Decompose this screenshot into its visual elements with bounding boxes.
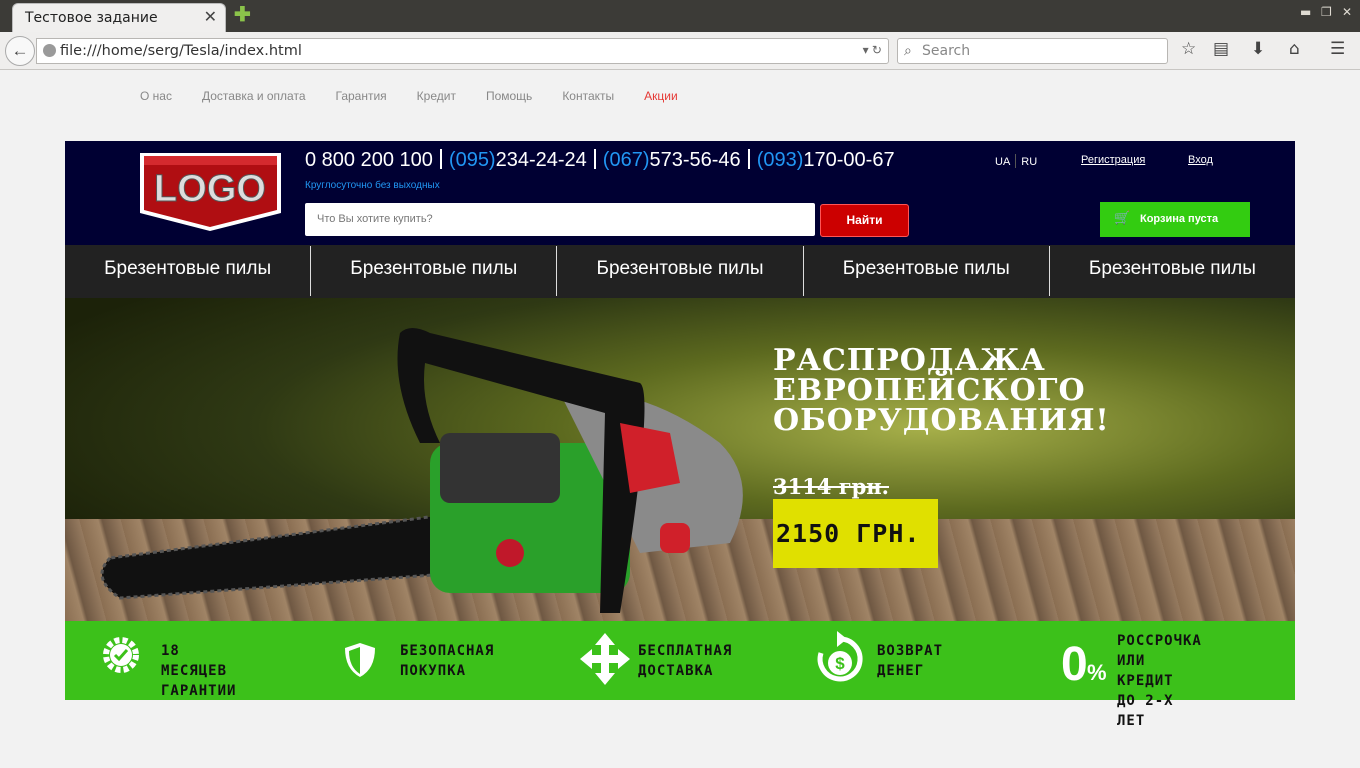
- browser-search-placeholder: Search: [922, 43, 971, 59]
- benefit-text: ИЛИ КРЕДИТ: [1117, 653, 1174, 689]
- benefit-text: ДО 2-Х ЛЕТ: [1117, 693, 1174, 729]
- benefit-text: ГАРАНТИИ: [161, 683, 237, 699]
- download-icon[interactable]: ⬇: [1251, 39, 1265, 59]
- top-nav: О нас Доставка и оплата Гарантия Кредит …: [140, 89, 678, 103]
- benefits-bar: 18 МЕСЯЦЕВ ГАРАНТИИ БЕЗОПАСНАЯ ПОКУПКА Б…: [65, 621, 1295, 729]
- category-item[interactable]: Брезентовые пилы: [1050, 246, 1295, 296]
- nav-contacts[interactable]: Контакты: [562, 89, 614, 103]
- shield-icon: [345, 643, 375, 677]
- lang-ua[interactable]: UA: [995, 156, 1010, 168]
- money-back-icon: $: [817, 631, 863, 682]
- menu-icon[interactable]: ☰: [1330, 39, 1345, 59]
- phone-2-code: (095): [448, 149, 496, 171]
- category-item[interactable]: Брезентовые пилы: [311, 246, 558, 296]
- svg-text:$: $: [835, 654, 845, 673]
- arrows-icon: [580, 633, 630, 685]
- benefit-text: ПОКУПКА: [400, 663, 467, 679]
- nav-credit[interactable]: Кредит: [417, 89, 456, 103]
- nav-delivery[interactable]: Доставка и оплата: [202, 89, 306, 103]
- phone-4: 170-00-67: [803, 149, 895, 171]
- logo[interactable]: LOGO: [136, 151, 285, 234]
- language-switch: UA RU: [995, 154, 1037, 168]
- search-icon: ⌕: [904, 42, 912, 58]
- cart-button[interactable]: 🛒 Корзина пуста: [1100, 202, 1250, 237]
- phone-1: 0 800 200 100: [305, 149, 433, 171]
- old-price: 3114 грн.: [773, 474, 889, 499]
- nav-about[interactable]: О нас: [140, 89, 172, 103]
- category-item[interactable]: Брезентовые пилы: [557, 246, 804, 296]
- headline-line-2: ЕВРОПЕЙСКОГО: [773, 373, 1086, 408]
- nav-promotions[interactable]: Акции: [644, 89, 678, 103]
- tab-title: Тестовое задание: [25, 10, 158, 26]
- headline-line-1: РАСПРОДАЖА: [773, 343, 1046, 378]
- benefit-text: 18 МЕСЯЦЕВ: [161, 643, 228, 679]
- reading-list-icon[interactable]: ▤: [1213, 39, 1229, 59]
- url-bar[interactable]: file:///home/serg/Tesla/index.html ▾ ↻: [36, 38, 889, 64]
- category-item[interactable]: Брезентовые пилы: [804, 246, 1050, 296]
- url-text: file:///home/serg/Tesla/index.html: [60, 43, 302, 59]
- promo-banner[interactable]: РАСПРОДАЖА ЕВРОПЕЙСКОГО ОБОРУДОВАНИЯ! 31…: [65, 298, 1295, 621]
- lang-ru[interactable]: RU: [1021, 156, 1037, 168]
- site-header: LOGO 0 800 200 100 (095)234-24-24 (067)573…: [65, 141, 1295, 245]
- globe-icon: [43, 44, 56, 57]
- headline-line-3: ОБОРУДОВАНИЯ!: [773, 403, 1110, 438]
- logo-text: LOGO: [154, 168, 266, 210]
- nav-help[interactable]: Помощь: [486, 89, 532, 103]
- new-tab-icon[interactable]: ✚: [234, 5, 251, 25]
- phone-numbers: 0 800 200 100 (095)234-24-24 (067)573-56-4…: [305, 149, 895, 172]
- browser-search-input[interactable]: ⌕ Search: [897, 38, 1168, 64]
- back-icon[interactable]: ←: [5, 36, 35, 66]
- benefit-text: РОССРОЧКА: [1117, 633, 1202, 649]
- cart-icon: 🛒: [1114, 210, 1131, 225]
- benefit-text: ДЕНЕГ: [877, 663, 925, 679]
- restore-icon[interactable]: ❐: [1321, 5, 1332, 19]
- benefit-text: ДОСТАВКА: [638, 663, 714, 679]
- new-price: 2150 ГРН.: [773, 499, 938, 568]
- reload-icon[interactable]: ▾ ↻: [863, 43, 882, 57]
- phone-3: 573-56-46: [649, 149, 741, 171]
- benefit-text: БЕСПЛАТНАЯ: [638, 643, 733, 659]
- svg-text:0: 0: [1061, 638, 1088, 685]
- benefit-text: БЕЗОПАСНАЯ: [400, 643, 495, 659]
- phone-4-code: (093): [756, 149, 804, 171]
- cart-label: Корзина пуста: [1140, 213, 1219, 225]
- close-tab-icon[interactable]: ✕: [204, 7, 217, 27]
- zero-percent-icon: 0 %: [1061, 638, 1107, 685]
- browser-toolbar: ← file:///home/serg/Tesla/index.html ▾ ↻…: [0, 32, 1360, 70]
- working-hours: Круглосуточно без выходных: [305, 180, 440, 191]
- chainsaw-image: [100, 328, 743, 613]
- site-search-input[interactable]: Что Вы хотите купить?: [305, 203, 815, 236]
- category-menu: Брезентовые пилы Брезентовые пилы Брезен…: [65, 245, 1295, 298]
- close-window-icon[interactable]: ✕: [1342, 5, 1352, 19]
- home-icon[interactable]: ⌂: [1289, 39, 1300, 59]
- banner-headline: РАСПРОДАЖА ЕВРОПЕЙСКОГО ОБОРУДОВАНИЯ!: [773, 346, 1110, 436]
- gear-check-icon: [103, 637, 139, 673]
- browser-tab[interactable]: Тестовое задание ✕: [12, 3, 226, 32]
- login-link[interactable]: Вход: [1188, 154, 1213, 166]
- svg-text:%: %: [1087, 660, 1107, 685]
- phone-2: 234-24-24: [495, 149, 587, 171]
- nav-warranty[interactable]: Гарантия: [336, 89, 387, 103]
- category-item[interactable]: Брезентовые пилы: [65, 246, 312, 296]
- phone-3-code: (067): [602, 149, 650, 171]
- bookmark-star-icon[interactable]: ☆: [1181, 39, 1196, 59]
- find-button[interactable]: Найти: [820, 204, 909, 237]
- benefit-text: ВОЗВРАТ: [877, 643, 944, 659]
- window-titlebar: Тестовое задание ✕ ✚ ▬ ❐ ✕: [0, 0, 1360, 32]
- register-link[interactable]: Регистрация: [1081, 154, 1145, 166]
- minimize-icon[interactable]: ▬: [1300, 5, 1311, 19]
